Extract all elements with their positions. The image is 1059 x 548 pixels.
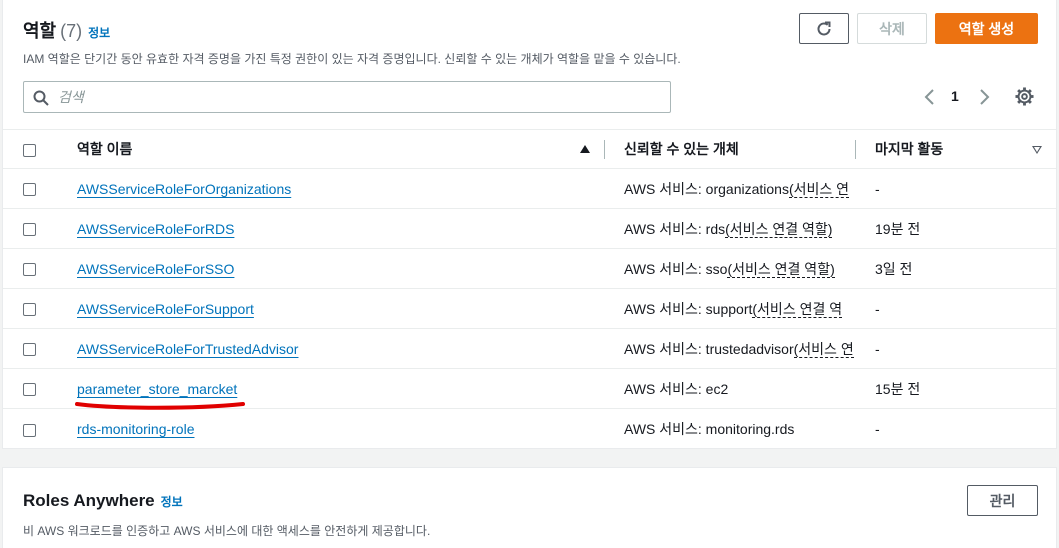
roles-panel: 역할 (7) 정보 IAM 역할은 단기간 동안 유효한 자격 증명을 가진 특정 …: [2, 0, 1057, 449]
trusted-entity-service: AWS 서비스: organizations: [624, 180, 789, 197]
chevron-left-icon: [924, 89, 934, 105]
last-activity: -: [875, 420, 880, 437]
row-checkbox[interactable]: [23, 183, 36, 197]
select-all-cell: [3, 130, 55, 169]
role-name-link[interactable]: AWSServiceRoleForOrganizations: [77, 181, 291, 197]
table-row: rds-monitoring-role AWS 서비스: monitoring.…: [3, 409, 1056, 449]
trusted-entity-service: AWS 서비스: sso: [624, 260, 728, 277]
row-checkbox[interactable]: [23, 263, 36, 277]
roles-anywhere-title: Roles Anywhere 정보: [23, 491, 183, 511]
role-name-link[interactable]: AWSServiceRoleForTrustedAdvisor: [77, 341, 298, 357]
roles-description: IAM 역할은 단기간 동안 유효한 자격 증명을 가진 특정 권한이 있는 자…: [23, 52, 681, 66]
role-name-link[interactable]: AWSServiceRoleForSSO: [77, 261, 234, 277]
last-activity: -: [875, 300, 880, 317]
roles-anywhere-description: 비 AWS 워크로드를 인증하고 AWS 서비스에 대한 액세스를 안전하게 제…: [23, 524, 431, 538]
trusted-entity-service: AWS 서비스: trustedadvisor: [624, 340, 794, 357]
roles-count: (7): [60, 21, 83, 41]
service-linked-label[interactable]: (서비스 연결 역: [752, 300, 843, 318]
chevron-right-icon: [980, 89, 990, 105]
roles-anywhere-panel: Roles Anywhere 정보 비 AWS 워크로드를 인증하고 AWS 서비…: [2, 467, 1057, 548]
refresh-button[interactable]: [799, 13, 849, 44]
refresh-icon: [817, 21, 831, 35]
trusted-entity: AWS 서비스: ec2: [624, 379, 728, 399]
trusted-entity-service: AWS 서비스: monitoring.rds: [624, 420, 795, 437]
column-header-name-label: 역할 이름: [77, 141, 133, 157]
trusted-entity-service: AWS 서비스: support: [624, 300, 753, 317]
trusted-entity: AWS 서비스: trustedadvisor(서비스 연: [624, 339, 854, 359]
table-header-row: 역할 이름 신뢰할 수 있는 개체 마지막 활동: [3, 129, 1056, 169]
create-role-button[interactable]: 역할 생성: [935, 13, 1038, 44]
roles-title-text: 역할: [23, 21, 57, 41]
row-checkbox[interactable]: [23, 383, 36, 397]
row-checkbox[interactable]: [23, 303, 36, 317]
service-linked-label[interactable]: (서비스 연결 역할): [727, 260, 835, 278]
search-icon: [33, 90, 49, 106]
sort-caret-icon[interactable]: [1032, 146, 1042, 154]
row-checkbox[interactable]: [23, 223, 36, 237]
delete-button[interactable]: 삭제: [857, 13, 927, 44]
service-linked-label[interactable]: (서비스 연결 역할): [725, 220, 833, 238]
last-activity: -: [875, 340, 880, 357]
table-row: AWSServiceRoleForSupport AWS 서비스: suppor…: [3, 289, 1056, 329]
row-checkbox[interactable]: [23, 343, 36, 357]
trusted-entity: AWS 서비스: organizations(서비스 연: [624, 179, 850, 199]
service-linked-label[interactable]: (서비스 연: [793, 340, 854, 358]
last-activity: 15분 전: [875, 380, 921, 397]
next-page-button[interactable]: [977, 88, 991, 106]
role-name-link[interactable]: rds-monitoring-role: [77, 421, 194, 437]
sort-ascending-icon[interactable]: [580, 145, 590, 153]
table-row: AWSServiceRoleForOrganizations AWS 서비스: …: [3, 169, 1056, 209]
red-underline-annotation: [75, 402, 245, 410]
role-name-link[interactable]: AWSServiceRoleForRDS: [77, 221, 234, 237]
select-all-checkbox[interactable]: [23, 143, 36, 157]
table-row: AWSServiceRoleForRDS AWS 서비스: rds(서비스 연결…: [3, 209, 1056, 249]
role-name-link[interactable]: parameter_store_marcket: [77, 381, 237, 397]
trusted-entity: AWS 서비스: rds(서비스 연결 역할): [624, 219, 833, 239]
manage-button[interactable]: 관리: [967, 485, 1038, 516]
roles-anywhere-info-link[interactable]: 정보: [161, 495, 183, 509]
gear-icon[interactable]: [1015, 87, 1034, 106]
prev-page-button[interactable]: [923, 88, 937, 106]
column-header-name[interactable]: 역할 이름: [55, 130, 605, 169]
last-activity: -: [875, 180, 880, 197]
column-header-trusted[interactable]: 신뢰할 수 있는 개체: [605, 130, 856, 169]
roles-title: 역할 (7) 정보: [23, 17, 110, 43]
table-row: AWSServiceRoleForSSO AWS 서비스: sso(서비스 연결…: [3, 249, 1056, 289]
trusted-entity: AWS 서비스: monitoring.rds: [624, 419, 794, 439]
column-header-last-activity[interactable]: 마지막 활동: [856, 130, 1056, 169]
service-linked-label[interactable]: (서비스 연: [788, 180, 850, 198]
search-box[interactable]: [23, 81, 671, 113]
trusted-entity: AWS 서비스: support(서비스 연결 역: [624, 299, 843, 319]
roles-info-link[interactable]: 정보: [88, 26, 110, 40]
role-name-link[interactable]: AWSServiceRoleForSupport: [77, 301, 254, 317]
trusted-entity-service: AWS 서비스: ec2: [624, 380, 729, 397]
trusted-entity-service: AWS 서비스: rds: [624, 220, 726, 237]
column-header-trusted-label: 신뢰할 수 있는 개체: [624, 141, 739, 157]
row-checkbox[interactable]: [23, 423, 36, 437]
page-number[interactable]: 1: [951, 88, 959, 106]
trusted-entity: AWS 서비스: sso(서비스 연결 역할): [624, 259, 835, 279]
last-activity: 3일 전: [875, 260, 913, 277]
search-input[interactable]: [58, 82, 658, 112]
last-activity: 19분 전: [875, 220, 921, 237]
table-row: AWSServiceRoleForTrustedAdvisor AWS 서비스:…: [3, 329, 1056, 369]
roles-anywhere-title-text: Roles Anywhere: [23, 491, 155, 510]
column-header-last-activity-label: 마지막 활동: [875, 141, 944, 157]
